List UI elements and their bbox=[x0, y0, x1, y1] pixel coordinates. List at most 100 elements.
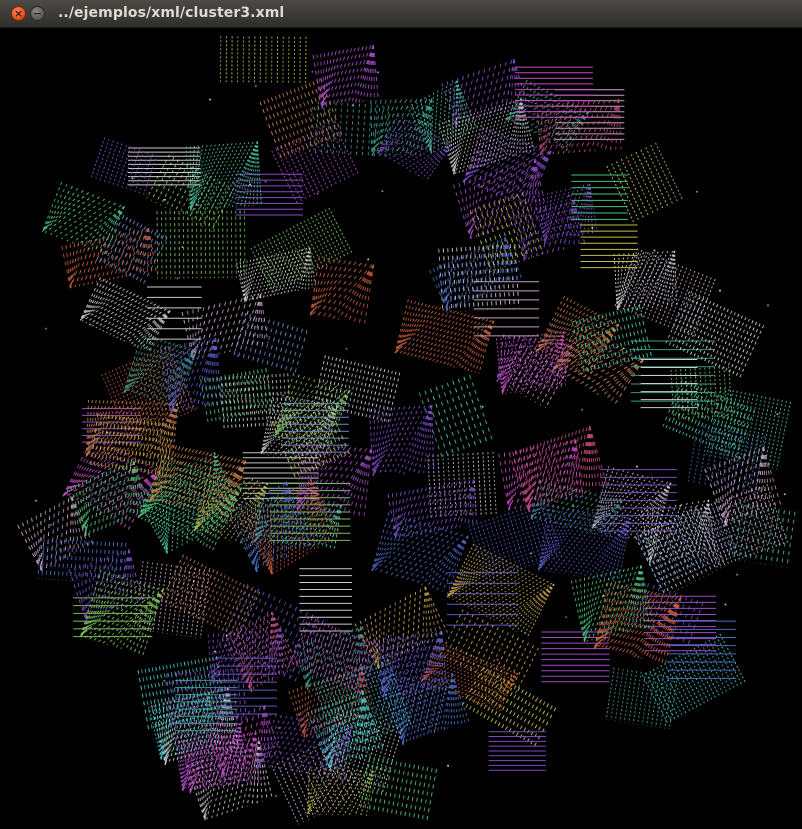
drawing-canvas[interactable] bbox=[0, 28, 802, 829]
node-stripe bbox=[472, 479, 475, 526]
node-stripe bbox=[391, 762, 402, 814]
node-stripe bbox=[324, 209, 349, 255]
node-stripe bbox=[424, 586, 443, 636]
node-stripe bbox=[457, 378, 482, 445]
node-stripe bbox=[256, 601, 287, 665]
node-stripe bbox=[202, 575, 226, 623]
node-stripe bbox=[452, 380, 477, 447]
node-stripe bbox=[259, 254, 276, 300]
node-stripe bbox=[394, 300, 413, 354]
node-stripe bbox=[198, 573, 223, 621]
node-stripe bbox=[176, 566, 187, 635]
node-stripe bbox=[327, 123, 355, 177]
node-stripe bbox=[403, 488, 424, 537]
node-stripe bbox=[397, 632, 425, 696]
node-stripe bbox=[80, 569, 102, 637]
node-stripe bbox=[611, 163, 640, 221]
node-stripe bbox=[293, 140, 320, 194]
node-stripe bbox=[263, 100, 286, 158]
node-stripe bbox=[435, 386, 460, 453]
node-stripe bbox=[271, 150, 299, 205]
node-stripe bbox=[731, 407, 752, 456]
node-stripe bbox=[438, 609, 464, 658]
node-stripe bbox=[284, 144, 312, 198]
node-stripe bbox=[79, 277, 102, 321]
node-stripe bbox=[431, 535, 469, 589]
node-stripe bbox=[195, 569, 206, 638]
node-stripe bbox=[226, 210, 229, 278]
node-stripe bbox=[327, 264, 373, 319]
window-titlebar[interactable]: × − ../ejemplos/xml/cluster3.xml bbox=[0, 0, 802, 28]
node-stripe bbox=[159, 452, 209, 505]
node-stripe bbox=[361, 104, 366, 156]
node-stripe bbox=[26, 520, 42, 571]
node-stripe bbox=[119, 542, 123, 584]
node-stripe bbox=[208, 378, 217, 421]
scatter-dot bbox=[622, 347, 625, 350]
node-stripe bbox=[171, 566, 182, 635]
cluster-node bbox=[281, 402, 349, 453]
node-stripe bbox=[443, 611, 469, 660]
node-stripe bbox=[320, 769, 350, 815]
cluster-node bbox=[630, 340, 715, 402]
scatter-dot bbox=[767, 304, 769, 307]
node-stripe bbox=[411, 486, 432, 536]
node-stripe bbox=[243, 261, 246, 303]
cluster-node bbox=[61, 228, 157, 289]
close-button[interactable]: × bbox=[11, 6, 26, 21]
node-stripe bbox=[332, 264, 375, 320]
node-stripe bbox=[79, 282, 112, 321]
node-stripe bbox=[275, 148, 303, 202]
cluster-node bbox=[236, 247, 317, 303]
node-stripe bbox=[180, 567, 191, 636]
cluster-node bbox=[462, 126, 552, 207]
scatter-dot bbox=[377, 71, 380, 74]
node-stripe bbox=[277, 720, 321, 773]
minimize-button[interactable]: − bbox=[30, 6, 45, 21]
node-stripe bbox=[509, 645, 535, 693]
node-stripe bbox=[583, 99, 612, 153]
node-stripe bbox=[640, 149, 669, 207]
cluster-node bbox=[537, 504, 632, 583]
node-stripe bbox=[655, 675, 665, 728]
node-stripe bbox=[311, 261, 357, 316]
node-stripe bbox=[297, 87, 320, 145]
scatter-dot bbox=[35, 499, 37, 502]
cluster-node bbox=[62, 435, 162, 530]
node-stripe bbox=[314, 709, 332, 772]
scatter-dot bbox=[732, 442, 735, 445]
node-stripe bbox=[310, 260, 352, 316]
scatter-dot bbox=[591, 226, 594, 229]
scatter-dot bbox=[254, 84, 257, 87]
node-stripe bbox=[344, 103, 349, 154]
node-stripe bbox=[421, 586, 426, 646]
node-stripe bbox=[303, 220, 328, 266]
node-stripe bbox=[297, 137, 325, 192]
node-stripe bbox=[160, 211, 163, 279]
node-stripe bbox=[353, 264, 375, 323]
node-stripe bbox=[446, 260, 453, 311]
cluster-node bbox=[473, 281, 540, 337]
node-stripe bbox=[147, 310, 171, 353]
node-stripe bbox=[186, 337, 216, 411]
node-stripe bbox=[55, 198, 106, 238]
node-stripe bbox=[490, 683, 514, 724]
node-stripe bbox=[413, 766, 424, 818]
node-stripe bbox=[698, 426, 710, 484]
node-stripe bbox=[603, 499, 623, 538]
node-stripe bbox=[120, 549, 130, 611]
node-stripe bbox=[715, 635, 743, 685]
cluster-node bbox=[149, 442, 247, 520]
cluster-node bbox=[536, 98, 622, 156]
scatter-dot bbox=[244, 397, 247, 400]
node-stripe bbox=[482, 679, 506, 720]
scatter-dot bbox=[176, 277, 179, 280]
node-stripe bbox=[40, 512, 43, 571]
node-stripe bbox=[630, 154, 659, 212]
scatter-dot bbox=[278, 726, 281, 729]
node-stripe bbox=[87, 206, 125, 250]
node-stripe bbox=[319, 127, 346, 181]
node-stripe bbox=[574, 426, 591, 497]
cluster-node bbox=[37, 538, 127, 584]
node-stripe bbox=[230, 210, 233, 278]
